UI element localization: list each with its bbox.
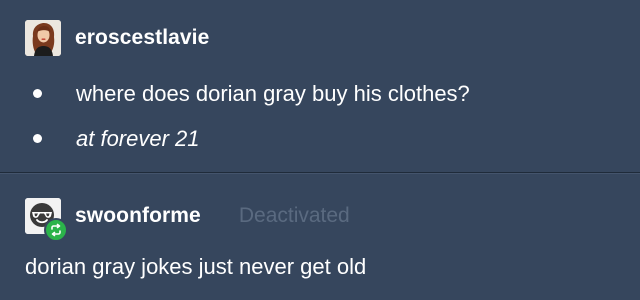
deactivated-status-label: Deactivated [238, 204, 350, 227]
username-swoonforme[interactable]: swoonforme [75, 204, 201, 228]
reblog-body-text: dorian gray jokes just never get old [25, 254, 367, 279]
bullet-icon [33, 134, 42, 143]
username-eroscestlavie[interactable]: eroscestlavie [75, 26, 209, 50]
reblog-divider-highlight [0, 173, 640, 174]
reblog-header-eroscestlavie: eroscestlavie [25, 20, 209, 56]
sunglasses-face-avatar-icon[interactable] [25, 198, 68, 242]
list-item-text: where does dorian gray buy his clothes? [76, 81, 470, 106]
portrait-avatar-icon[interactable] [25, 20, 61, 56]
list-item-text: at forever 21 [76, 126, 200, 151]
tumblr-post: eroscestlavie where does dorian gray buy… [0, 0, 640, 300]
reblog-icon [44, 218, 68, 242]
list-item: at forever 21 [0, 119, 640, 164]
list-item: where does dorian gray buy his clothes? [0, 74, 640, 119]
reblog-header-swoonforme: swoonforme Deactivated [25, 198, 350, 242]
bullet-icon [33, 89, 42, 98]
bullet-list: where does dorian gray buy his clothes? … [0, 74, 640, 164]
